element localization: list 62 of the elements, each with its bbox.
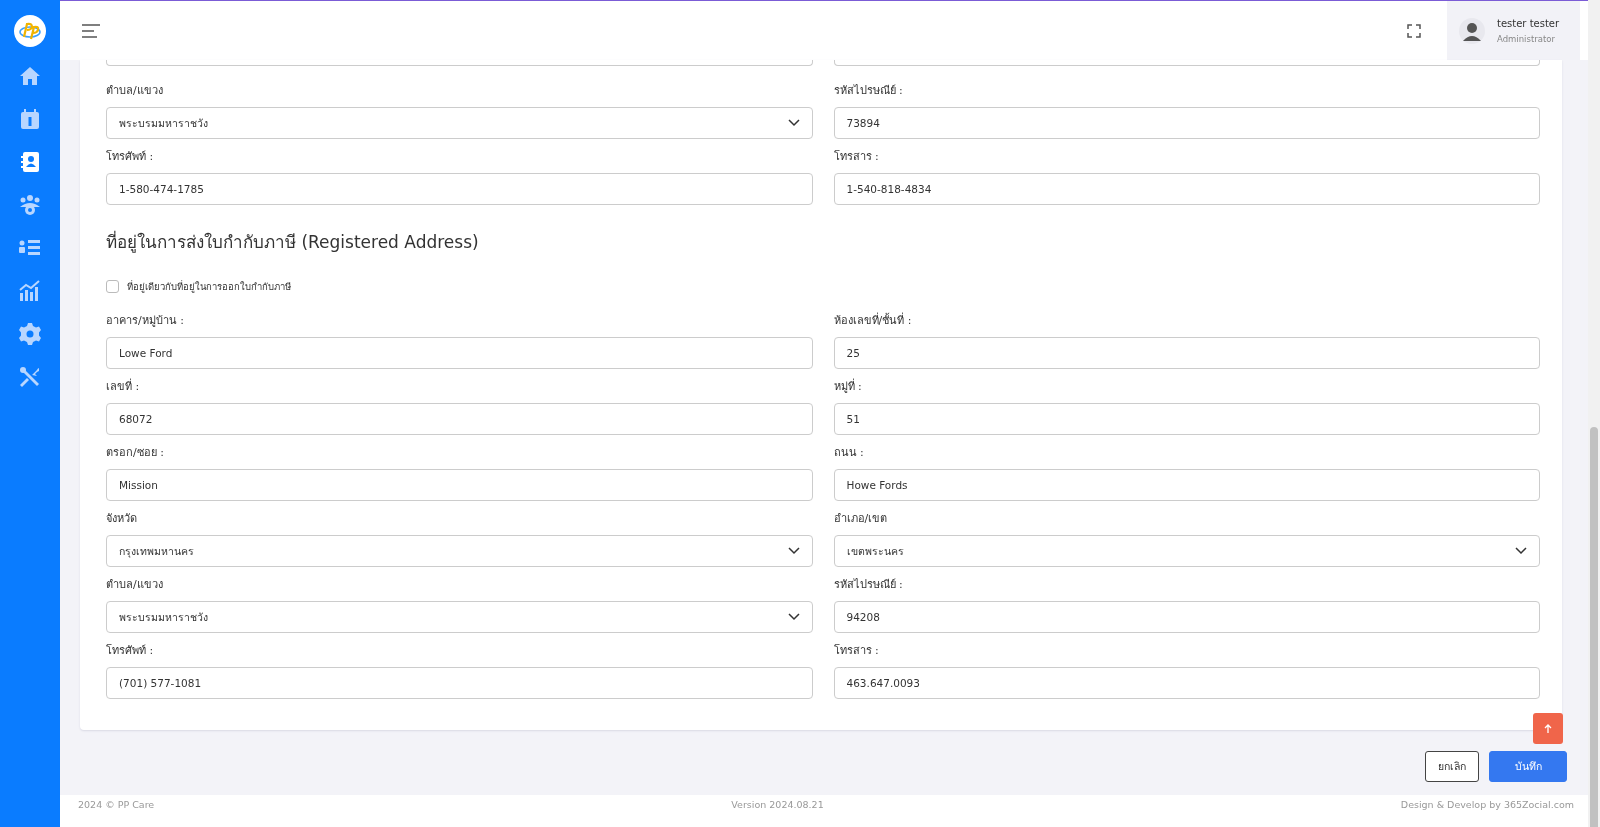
credit-text: Design & Develop by 365Zocial.com	[1400, 799, 1574, 811]
field-label: รหัสไปรษณีย์ :	[833, 577, 904, 593]
input-field[interactable]: Mission	[106, 469, 813, 501]
field-label: เลขที่ :	[106, 379, 141, 395]
avatar-icon[interactable]	[1459, 17, 1485, 44]
chevron-down-icon	[1515, 547, 1527, 555]
input-field[interactable]: 51	[833, 403, 1540, 435]
input-field[interactable]: 1-580-474-1785	[106, 173, 813, 205]
chart-icon[interactable]	[18, 279, 42, 303]
version-text: Version 2024.08.21	[731, 799, 824, 811]
field-label: ตำบล/แขวง	[106, 577, 164, 593]
field-label: โทรศัพท์ :	[106, 643, 155, 659]
field-label: หมู่ที่ :	[833, 379, 863, 395]
team-icon[interactable]	[18, 193, 42, 217]
select-field[interactable]: กรุงเทพมหานคร	[106, 535, 813, 567]
chevron-down-icon	[787, 119, 800, 127]
arrow-up-icon	[1544, 724, 1552, 733]
input-field[interactable]	[106, 60, 813, 66]
select-field[interactable]: พระบรมมหาราชวัง	[106, 601, 813, 633]
field-label: ห้องเลขที่/ชั้นที่ :	[833, 313, 913, 329]
tools-icon[interactable]	[18, 365, 42, 389]
logo-icon[interactable]	[14, 15, 46, 47]
save-button[interactable]: บันทึก	[1489, 751, 1567, 782]
user-name: tester tester	[1497, 17, 1560, 29]
input-field[interactable]: 1-540-818-4834	[833, 173, 1540, 205]
field-label: อำเภอ/เขต	[833, 511, 889, 527]
field-label: โทรสาร :	[833, 643, 880, 659]
field-label: โทรศัพท์ :	[106, 149, 155, 165]
input-field[interactable]: (701) 577-1081	[106, 667, 813, 699]
checkbox-label: ที่อยู่เดียวกับที่อยู่ในการออกใบกำกับภาษี	[127, 279, 291, 294]
input-field[interactable]: Howe Fords	[833, 469, 1540, 501]
home-icon[interactable]	[18, 64, 42, 88]
input-field[interactable]: Lowe Ford	[106, 337, 813, 369]
billing-icon[interactable]	[18, 107, 42, 131]
field-label: จังหวัด	[106, 511, 138, 527]
cancel-button[interactable]: ยกเลิก	[1425, 751, 1479, 782]
select-field[interactable]: เขตพระนคร	[833, 535, 1540, 567]
field-label: ตำบล/แขวง	[106, 83, 164, 99]
field-label: รหัสไปรษณีย์ :	[833, 83, 904, 99]
user-role: Administrator	[1497, 33, 1556, 44]
fullscreen-icon[interactable]	[1407, 23, 1421, 38]
checkbox[interactable]	[106, 279, 119, 293]
field-label: ตรอก/ซอย :	[106, 445, 165, 461]
input-field[interactable]: 68072	[106, 403, 813, 435]
field-label: อาคาร/หมู่บ้าน :	[106, 313, 185, 329]
input-field[interactable]	[833, 60, 1540, 66]
settings-icon[interactable]	[18, 322, 42, 346]
copyright-text: 2024 © PP Care	[78, 799, 155, 811]
field-label: โทรสาร :	[833, 149, 880, 165]
input-field[interactable]: 94208	[833, 601, 1540, 633]
chevron-down-icon	[787, 547, 800, 555]
input-field[interactable]: 463.647.0093	[833, 667, 1540, 699]
input-field[interactable]: 25	[833, 337, 1540, 369]
section-title: ที่อยู่ในการส่งใบกำกับภาษี (Registered Address)	[106, 229, 480, 255]
input-field[interactable]: 73894	[833, 107, 1540, 139]
scroll-top-button[interactable]	[1533, 713, 1563, 744]
menu-icon[interactable]	[82, 23, 100, 38]
contacts-icon[interactable]	[18, 150, 42, 174]
scrollbar[interactable]	[1588, 0, 1600, 827]
chevron-down-icon	[787, 613, 800, 621]
select-field[interactable]: พระบรมมหาราชวัง	[106, 107, 813, 139]
field-label: ถนน :	[833, 445, 865, 461]
